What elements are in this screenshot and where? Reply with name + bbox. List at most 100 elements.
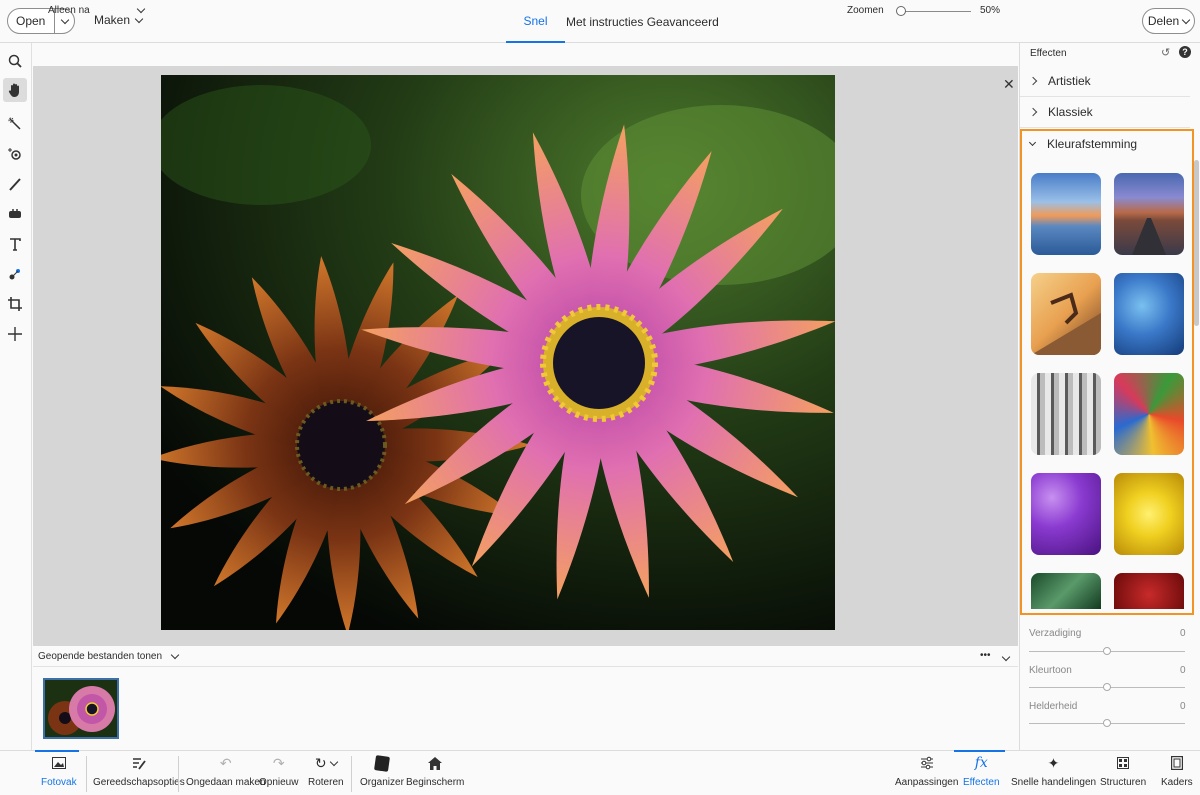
frame-icon (1170, 756, 1183, 770)
zoom-slider[interactable] (897, 11, 971, 12)
brightness-label: Helderheid (1029, 701, 1078, 712)
crop-tool[interactable] (3, 292, 27, 316)
open-file-thumbnail[interactable] (43, 678, 119, 739)
divider (86, 756, 87, 792)
tool-options-icon (132, 758, 146, 770)
home-button[interactable]: Beginscherm (406, 754, 464, 788)
undo-button[interactable]: ↶ Ongedaan maken (186, 754, 266, 789)
help-icon[interactable]: ? (1179, 46, 1191, 58)
zoom-slider-handle[interactable] (895, 6, 906, 16)
tab-guided[interactable]: Met instructies Geavanceerd (566, 0, 719, 43)
divider (178, 756, 179, 792)
open-files-select[interactable]: Geopende bestanden tonen (38, 650, 180, 662)
hue-value: 0 (1180, 665, 1186, 676)
red-eye-tool[interactable] (3, 142, 27, 166)
category-label: Kleurafstemming (1047, 137, 1138, 151)
category-label: Klassiek (1048, 105, 1093, 119)
skater-image (1031, 292, 1101, 355)
effect-preset-lilac[interactable] (1031, 473, 1101, 555)
rotate-button[interactable]: ↻ Roteren (308, 754, 344, 789)
redo-button[interactable]: ↷ Opnieuw (259, 754, 299, 789)
category-kleurafstemming[interactable]: Kleurafstemming (1028, 137, 1138, 151)
frames-button[interactable]: Kaders (1161, 754, 1193, 788)
organizer-button[interactable]: Organizer (360, 754, 404, 788)
rotate-label: Roteren (308, 777, 344, 788)
tab-advanced[interactable]: Geavanceerd (647, 15, 719, 29)
chevron-down-icon (136, 4, 145, 14)
active-indicator (35, 750, 79, 752)
photo-canvas[interactable] (161, 75, 835, 630)
effect-preset-painting[interactable] (1114, 373, 1184, 455)
open-button-label: Open (16, 14, 46, 28)
chevron-down-icon (1028, 138, 1037, 147)
sparkle-icon: ✦ (1047, 754, 1060, 771)
category-artistiek[interactable]: Artistiek (1020, 66, 1190, 97)
effect-preset-sunset-lake[interactable] (1031, 173, 1101, 255)
effect-preset-red-rose[interactable] (1114, 573, 1184, 609)
effect-preset-blue-feathers[interactable] (1114, 273, 1184, 355)
active-indicator (954, 750, 1005, 752)
effects-button[interactable]: fx Effecten (963, 754, 1000, 788)
zoom-tool[interactable] (3, 49, 27, 73)
whiten-teeth-icon (9, 178, 21, 191)
effect-preset-skater[interactable] (1031, 273, 1101, 355)
zoom-icon (8, 54, 22, 68)
category-label: Artistiek (1048, 74, 1091, 88)
spot-healing-tool[interactable] (3, 262, 27, 286)
photo-bin (33, 668, 1018, 750)
textures-button[interactable]: Structuren (1100, 754, 1146, 788)
red-eye-icon (8, 148, 21, 160)
chevron-right-icon (1028, 76, 1038, 86)
more-options-icon[interactable]: ••• (980, 650, 991, 661)
chevron-down-icon (60, 15, 69, 24)
organizer-icon (373, 754, 390, 772)
quick-selection-tool[interactable] (3, 112, 27, 136)
saturation-label: Verzadiging (1029, 628, 1082, 639)
redo-icon: ↷ (272, 754, 285, 771)
redo-label: Opnieuw (259, 777, 299, 788)
hand-tool[interactable] (3, 78, 27, 102)
effect-preset-desert-road[interactable] (1114, 173, 1184, 255)
category-klassiek[interactable]: Klassiek (1020, 97, 1190, 128)
collapse-panel[interactable] (1001, 651, 1011, 663)
divider (351, 756, 352, 792)
effect-preset-arches[interactable] (1031, 373, 1101, 455)
sponge-tool[interactable] (3, 201, 27, 225)
close-icon[interactable]: ✕ (1003, 76, 1015, 93)
chevron-down-icon (170, 650, 180, 660)
open-files-label: Geopende bestanden tonen (38, 651, 162, 662)
zoom-value: 50% (980, 5, 1001, 16)
hue-slider-handle[interactable] (1103, 683, 1111, 691)
home-icon (428, 756, 443, 770)
move-tool[interactable] (3, 322, 27, 346)
effects-label: Effecten (963, 777, 1000, 788)
share-button[interactable]: Delen (1142, 8, 1195, 34)
share-button-label: Delen (1147, 14, 1180, 28)
adjustments-icon (920, 756, 933, 770)
saturation-slider-handle[interactable] (1103, 647, 1111, 655)
brightness-slider-handle[interactable] (1103, 719, 1111, 727)
type-icon (10, 238, 21, 251)
undo-label: Ongedaan maken (186, 777, 266, 788)
panel-title: Effecten (1030, 48, 1067, 59)
effect-preset-leaves[interactable] (1031, 573, 1101, 609)
view-select-value: Alleen na (48, 5, 90, 16)
tool-options-button[interactable]: Gereedschapsopties (93, 754, 185, 788)
effect-preset-yellow-dahlia[interactable] (1114, 473, 1184, 555)
reset-icon[interactable]: ↺ (1161, 46, 1170, 59)
panel-scrollbar[interactable] (1194, 160, 1199, 326)
chevron-right-icon (1028, 107, 1038, 117)
view-select[interactable]: Alleen na (48, 4, 145, 16)
hand-icon (8, 83, 19, 97)
photo-bin-button[interactable]: Fotovak (41, 754, 77, 788)
quick-actions-button[interactable]: ✦ Snelle handelingen (1011, 754, 1096, 789)
whiten-teeth-tool[interactable] (3, 172, 27, 196)
texture-icon (1117, 757, 1130, 769)
type-tool[interactable] (3, 232, 27, 256)
crop-icon (8, 297, 22, 311)
tab-quick[interactable]: Snel (506, 0, 565, 43)
rotate-icon: ↻ (314, 754, 327, 771)
adjustments-button[interactable]: Aanpassingen (895, 754, 958, 788)
saturation-value: 0 (1180, 628, 1186, 639)
home-label: Beginscherm (406, 777, 465, 788)
